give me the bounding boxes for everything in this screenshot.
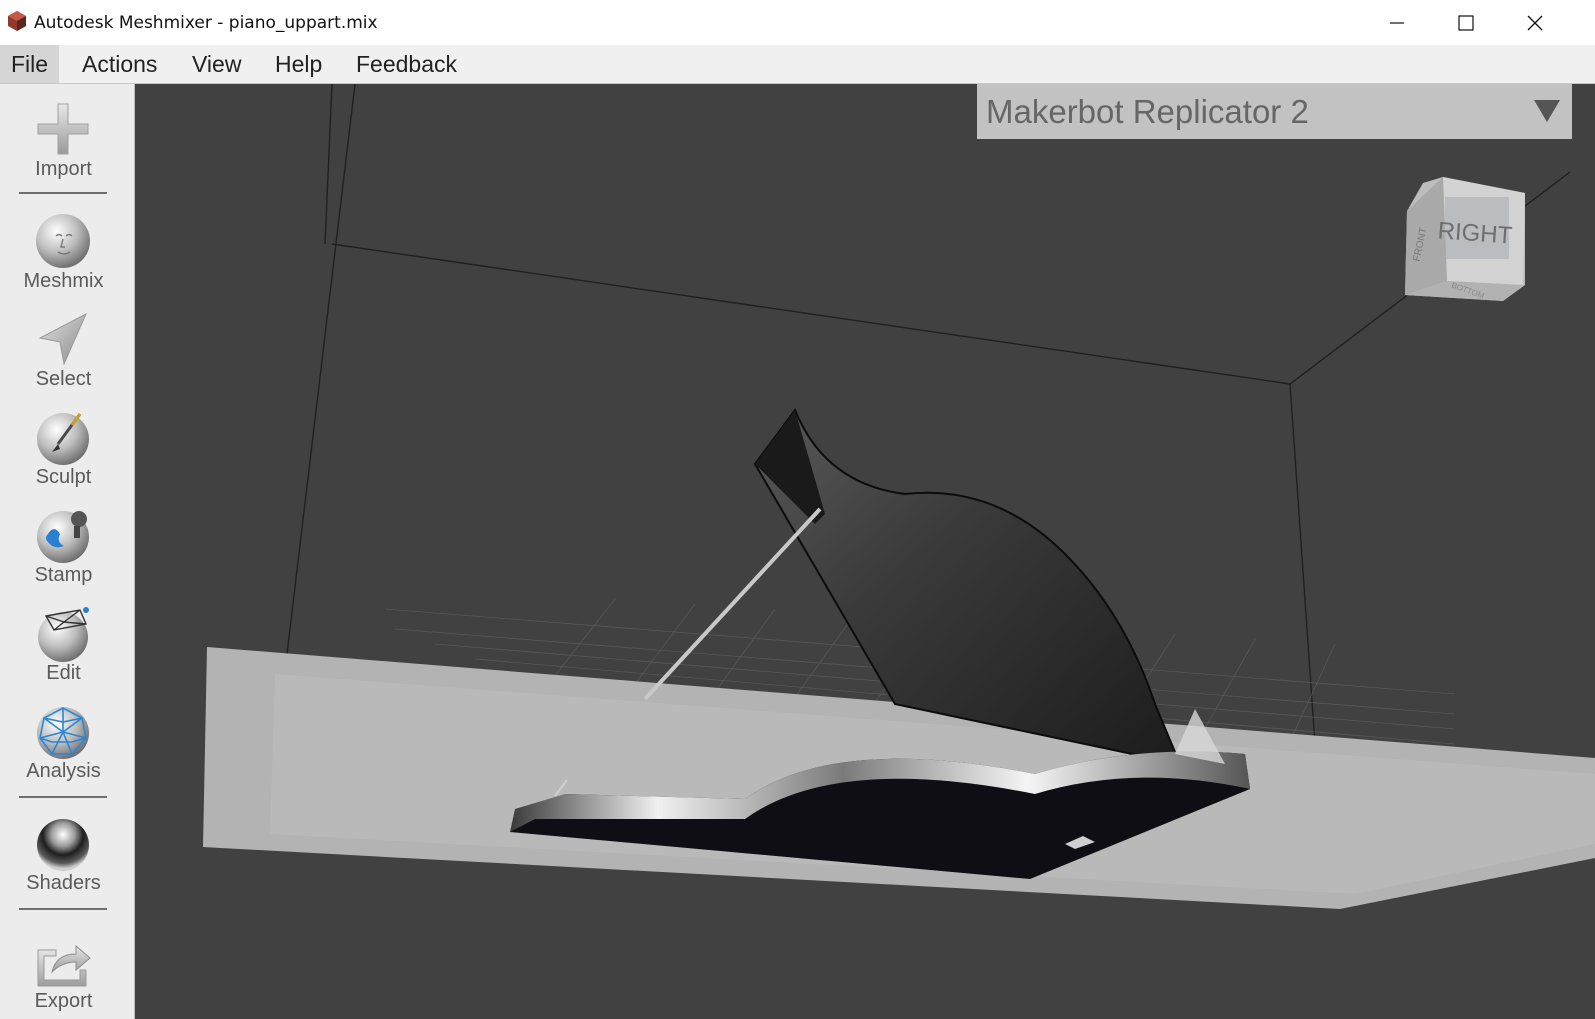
toolbar-divider <box>19 908 107 910</box>
toolbar-divider <box>19 796 107 798</box>
menu-bar: File Actions View Help Feedback <box>0 45 1595 84</box>
menu-feedback[interactable]: Feedback <box>345 45 468 83</box>
shaders-label: Shaders <box>26 872 101 894</box>
printer-select[interactable]: Makerbot Replicator 2 <box>977 84 1572 139</box>
printer-name: Makerbot Replicator 2 <box>986 93 1309 130</box>
stamp-sphere-icon <box>37 511 89 563</box>
menu-actions[interactable]: Actions <box>71 45 168 83</box>
meshmix-label: Meshmix <box>23 270 104 292</box>
window-title: Autodesk Meshmixer - piano_uppart.mix <box>34 13 378 33</box>
export-tool[interactable]: Export <box>0 932 127 1019</box>
menu-file[interactable]: File <box>0 45 60 83</box>
meshmix-tool[interactable]: Meshmix <box>0 212 127 308</box>
viewcube-right-label: RIGHT <box>1437 217 1514 249</box>
menu-help[interactable]: Help <box>264 45 333 83</box>
left-toolbar: Import Meshmix Select Sculpt Stamp Edit … <box>0 84 135 1019</box>
3d-viewport[interactable]: Makerbot Replicator 2 RIGHT FRONT BOTTOM <box>135 84 1595 1019</box>
maximize-button[interactable] <box>1431 0 1500 45</box>
toolbar-divider <box>19 192 107 194</box>
select-tool[interactable]: Select <box>0 310 127 406</box>
sculpt-label: Sculpt <box>35 466 92 488</box>
face-sphere-icon <box>36 214 90 268</box>
import-label: Import <box>35 158 92 180</box>
minimize-icon <box>1389 21 1404 24</box>
analysis-tool[interactable]: Analysis <box>0 702 127 798</box>
export-label: Export <box>34 990 93 1012</box>
scene-render[interactable] <box>135 84 1595 1019</box>
minimize-button[interactable] <box>1362 0 1431 45</box>
sculpt-tool[interactable]: Sculpt <box>0 408 127 504</box>
stamp-tool[interactable]: Stamp <box>0 506 127 602</box>
dropdown-arrow-icon <box>1534 100 1560 122</box>
arrow-cursor-icon <box>38 312 88 366</box>
plus-icon <box>37 103 89 155</box>
mesh-network-sphere-icon <box>37 707 89 759</box>
edit-tool[interactable]: Edit <box>0 604 127 700</box>
wire-edit-sphere-icon <box>38 607 89 662</box>
shaders-tool[interactable]: Shaders <box>0 814 127 910</box>
close-icon <box>1527 15 1542 30</box>
close-button[interactable] <box>1500 0 1569 45</box>
stamp-label: Stamp <box>34 564 93 586</box>
title-bar: Autodesk Meshmixer - piano_uppart.mix <box>0 0 1595 46</box>
chrome-sphere-icon <box>37 819 89 871</box>
edit-label: Edit <box>46 662 81 684</box>
select-label: Select <box>35 368 92 390</box>
view-cube[interactable]: RIGHT FRONT BOTTOM <box>1403 175 1528 305</box>
menu-view[interactable]: View <box>181 45 252 83</box>
analysis-label: Analysis <box>26 760 101 782</box>
brush-sphere-icon <box>37 413 89 465</box>
import-tool[interactable]: Import <box>0 100 127 196</box>
maximize-icon <box>1457 14 1474 31</box>
export-arrow-icon <box>37 944 91 987</box>
meshmixer-app-icon <box>8 11 26 31</box>
